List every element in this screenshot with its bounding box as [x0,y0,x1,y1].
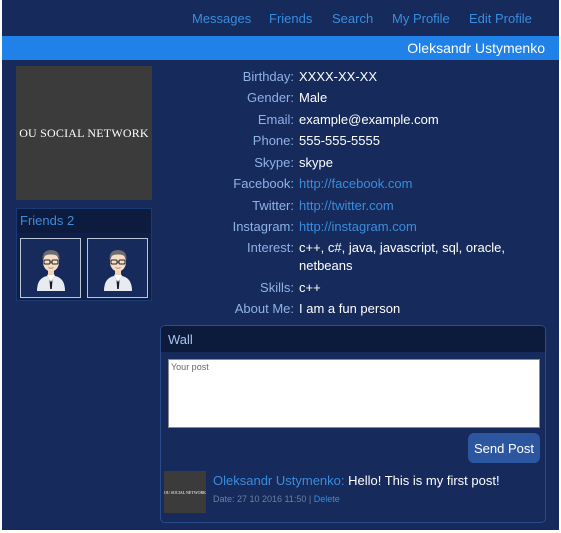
profile-page: Messages Friends Search My Profile Edit … [2,0,559,530]
info-label: About Me: [234,301,294,316]
info-value: example@example.com [299,112,439,127]
info-label: Gender: [247,90,294,105]
profile-name-bar: Oleksandr Ustymenko [2,36,559,60]
post-meta: Date: 27 10 2016 11:50 | Delete [213,494,340,504]
friends-panel-title[interactable]: Friends 2 [20,213,74,228]
delete-post-link[interactable]: Delete [314,494,340,504]
nav-my-profile-link[interactable]: My Profile [392,11,450,26]
send-post-button[interactable]: Send Post [468,433,540,463]
info-label: Phone: [252,133,294,148]
profile-logo-image: OU SOCIAL NETWORK [16,66,152,200]
wall-title: Wall [168,332,193,347]
wall-header: Wall [161,326,545,352]
info-label: Instagram: [232,219,294,234]
top-navigation: Messages Friends Search My Profile Edit … [2,0,559,34]
twitter-link[interactable]: http://twitter.com [299,197,529,215]
post-author-avatar[interactable]: OU SOCIAL NETWORK [164,471,206,513]
info-label: Facebook: [233,176,294,191]
post-content: Oleksandr Ustymenko: Hello! This is my f… [213,473,500,488]
man-with-glasses-avatar-icon [104,250,132,291]
info-value: c++ [299,280,321,295]
info-value: skype [299,155,333,170]
info-value: c++, c#, java, javascript, sql, oracle, … [299,240,505,273]
instagram-link[interactable]: http://instagram.com [299,218,529,236]
wall-panel: Wall Send Post OU SOCIAL NETWORK Oleksan… [160,325,546,523]
info-value: 555-555-5555 [299,133,380,148]
info-label: Skills: [260,280,294,295]
facebook-link[interactable]: http://facebook.com [299,175,529,193]
post-date: Date: 27 10 2016 11:50 | [213,494,312,504]
post-thumb-text: OU SOCIAL NETWORK [163,489,207,495]
info-label: Birthday: [242,69,294,84]
post-author-link[interactable]: Oleksandr Ustymenko: [213,473,345,488]
friend-card[interactable] [87,238,148,298]
friends-panel: Friends 2 [16,208,152,301]
logo-text: OU SOCIAL NETWORK [19,125,149,140]
info-label: Twitter: [252,198,294,213]
info-value: XXXX-XX-XX [299,69,378,84]
nav-search-link[interactable]: Search [332,11,373,26]
info-value: I am a fun person [299,301,401,316]
app-window: Messages Friends Search My Profile Edit … [0,0,561,533]
info-value: Male [299,90,328,105]
info-label: Email: [257,112,294,127]
nav-messages-link[interactable]: Messages [192,11,251,26]
post-input[interactable] [168,359,540,428]
post-text: Hello! This is my first post! [348,473,500,488]
friend-card[interactable] [20,238,81,298]
profile-name: Oleksandr Ustymenko [407,40,545,56]
man-with-glasses-avatar-icon [37,250,65,291]
nav-friends-link[interactable]: Friends [269,11,312,26]
nav-edit-profile-link[interactable]: Edit Profile [469,11,532,26]
friends-panel-header: Friends 2 [17,209,151,233]
info-label: Skype: [254,155,294,170]
info-label: Interest: [247,240,294,255]
